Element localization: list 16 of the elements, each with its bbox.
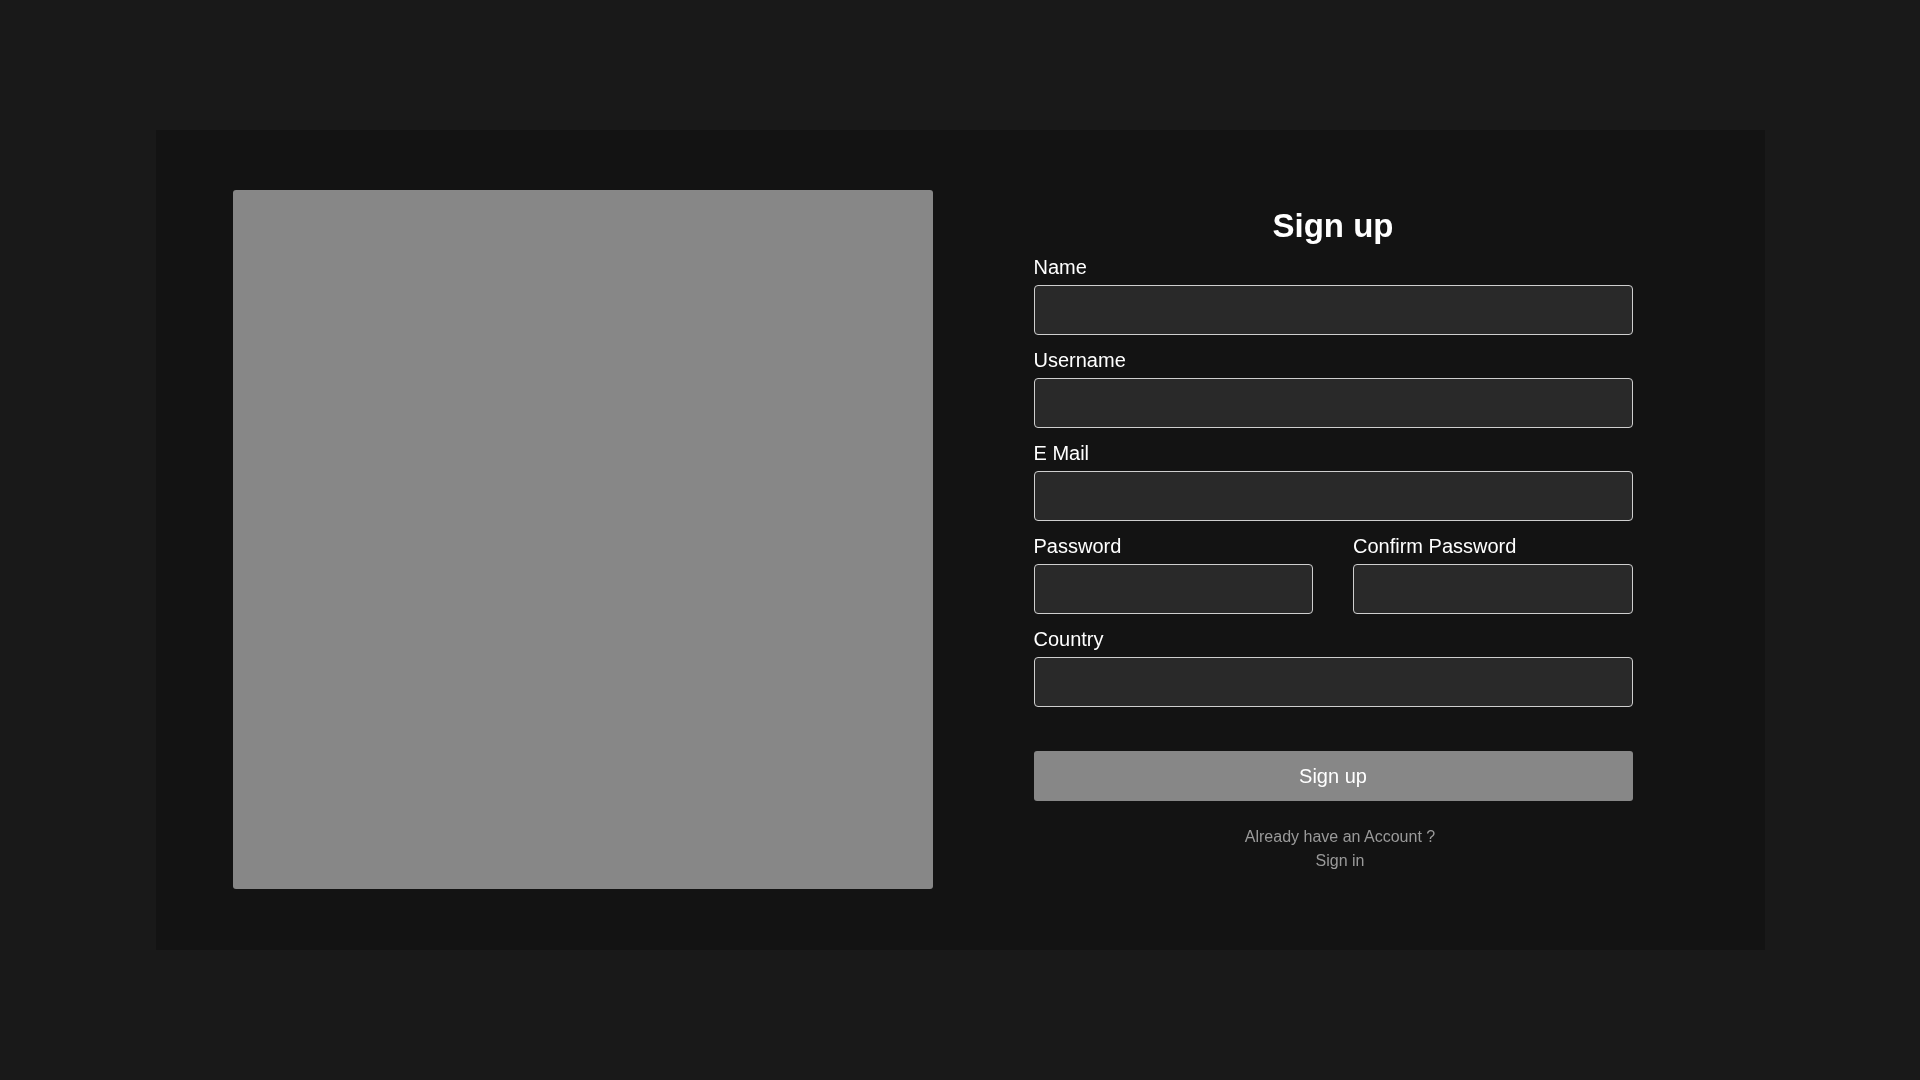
input-field[interactable] (1033, 285, 1633, 335)
signin-link[interactable]: Sign in (1315, 849, 1365, 873)
input-field[interactable] (1353, 564, 1633, 614)
field-label: Password (1033, 534, 1122, 558)
account-prompt: Already have an Account ? (1244, 827, 1436, 847)
form-title: Sign up (1271, 206, 1395, 246)
field-label: Username (1033, 348, 1126, 372)
input-field[interactable] (1033, 378, 1633, 428)
field-label: Name (1033, 255, 1087, 279)
input-field[interactable] (1033, 471, 1633, 521)
signup-button[interactable]: Sign up (1033, 751, 1633, 801)
field-label: Country (1033, 627, 1104, 651)
input-field[interactable] (1033, 657, 1633, 707)
input-field[interactable] (1033, 564, 1313, 614)
field-label: E Mail (1033, 441, 1090, 465)
field-label: Confirm Password (1353, 534, 1517, 558)
